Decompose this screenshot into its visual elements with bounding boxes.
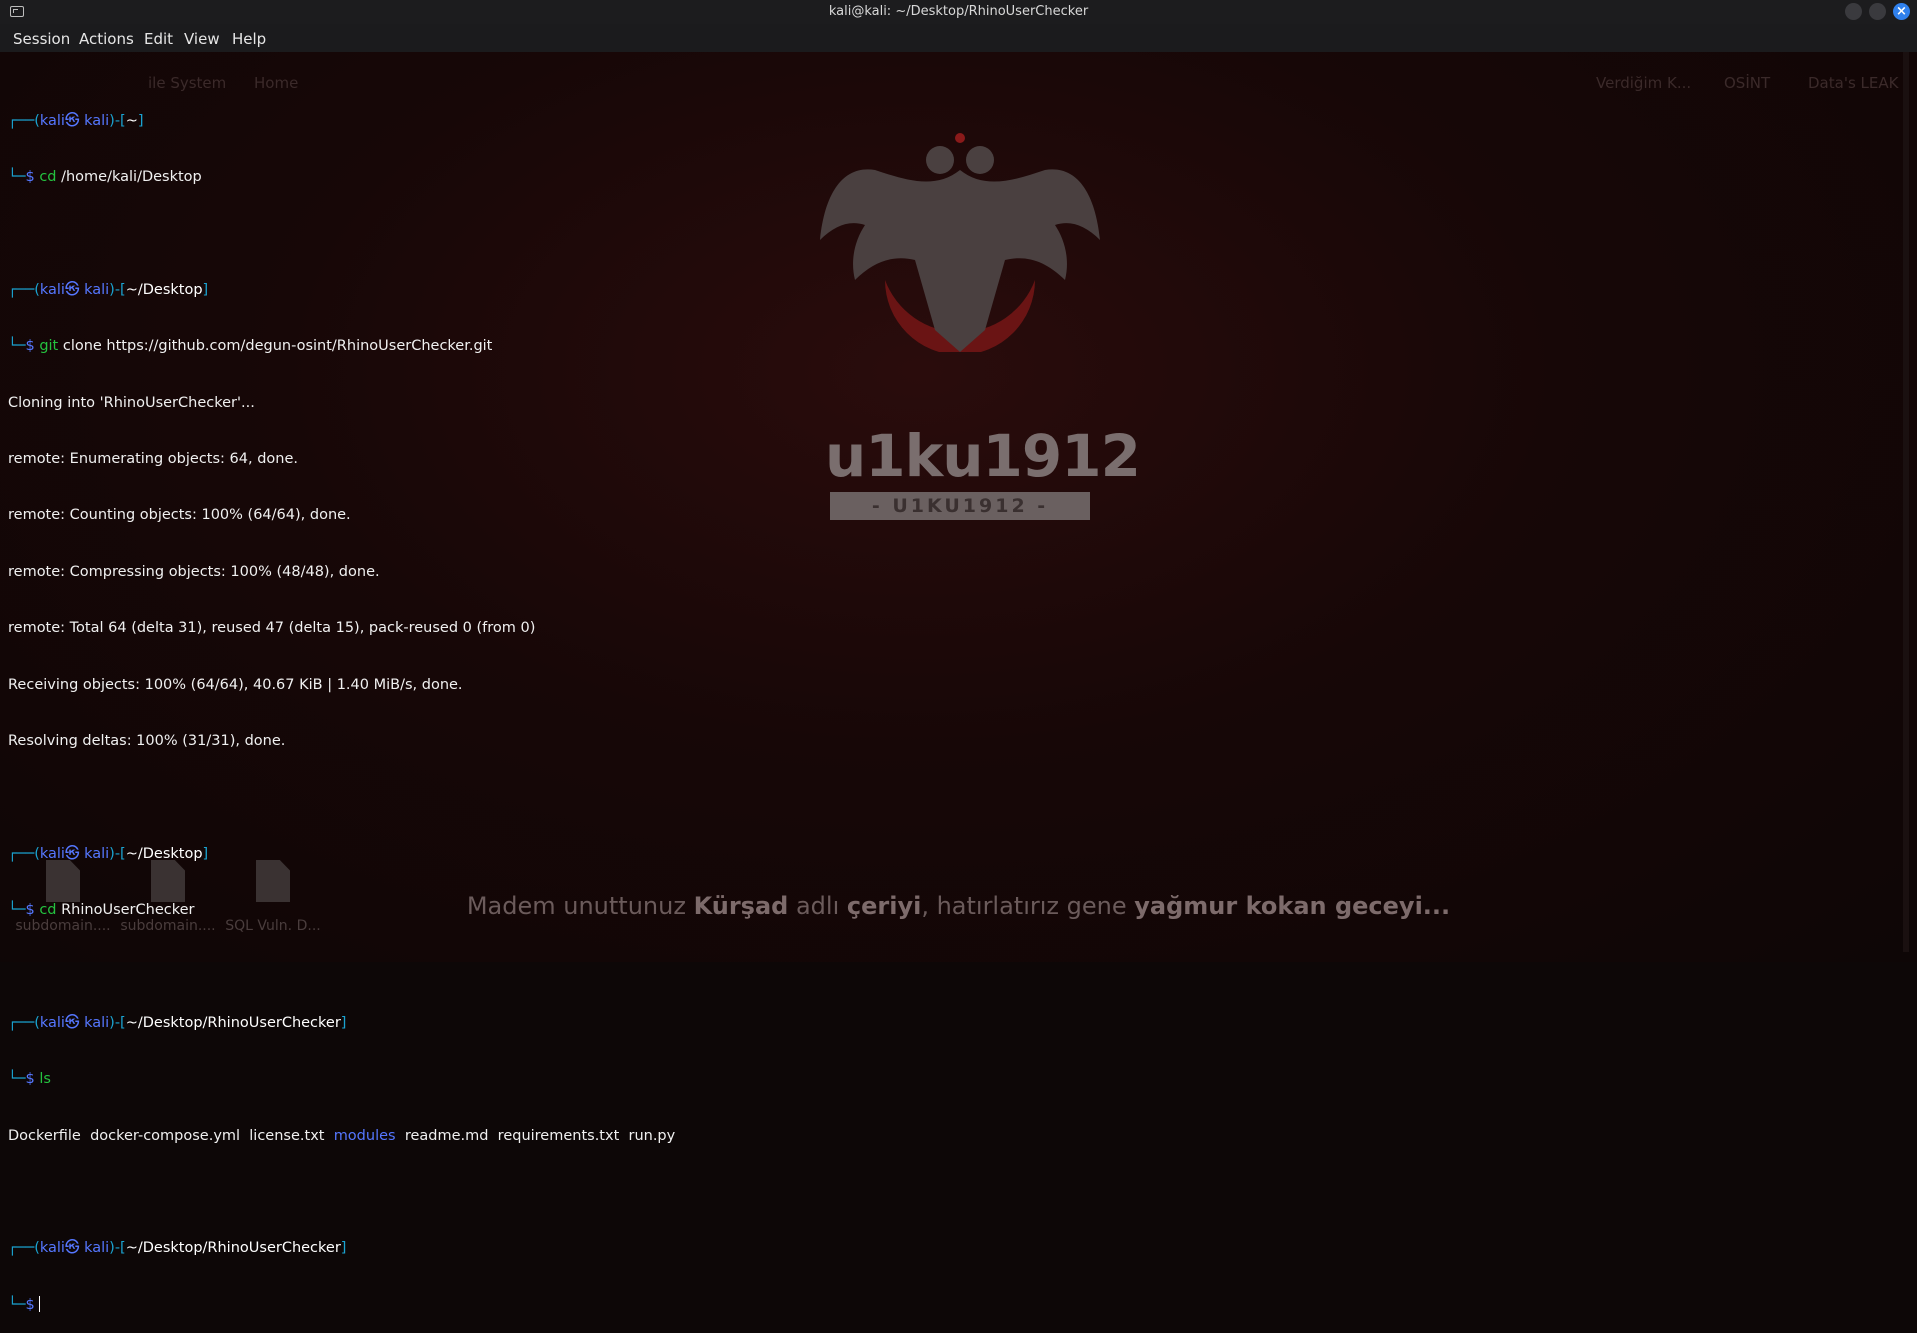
menu-help[interactable]: Help (232, 30, 266, 48)
prompt-line: ┌──(kali㉿ kali)-[~/Desktop/RhinoUserChec… (8, 1014, 347, 1031)
command-line: └─$ ls (8, 1071, 51, 1088)
prompt-line: ┌──(kali㉿ kali)-[~/Desktop] (8, 845, 209, 862)
prompt-line: ┌──(kali㉿ kali)-[~/Desktop] (8, 281, 209, 298)
command-line: └─$ cd /home/kali/Desktop (8, 168, 202, 185)
terminal-scrollbar[interactable] (1903, 52, 1909, 952)
close-button[interactable]: × (1893, 3, 1910, 20)
output-line: Resolving deltas: 100% (31/31), done. (8, 732, 286, 749)
modules-directory: modules (333, 1127, 396, 1144)
output-line: Receiving objects: 100% (64/64), 40.67 K… (8, 676, 463, 693)
output-line: remote: Total 64 (delta 31), reused 47 (… (8, 620, 536, 637)
output-line: remote: Compressing objects: 100% (48/48… (8, 563, 380, 580)
output-line: Cloning into 'RhinoUserChecker'... (8, 394, 255, 411)
menu-actions[interactable]: Actions (79, 30, 134, 48)
ls-output-line: Dockerfile docker-compose.yml license.tx… (8, 1127, 676, 1144)
window-title: kali@kali: ~/Desktop/RhinoUserChecker (828, 4, 1089, 19)
prompt-line: ┌──(kali㉿ kali)-[~] (8, 112, 144, 129)
menu-edit[interactable]: Edit (144, 30, 173, 48)
window-titlebar[interactable]: kali@kali: ~/Desktop/RhinoUserChecker × (0, 0, 1917, 24)
output-line: remote: Enumerating objects: 64, done. (8, 450, 299, 467)
output-line: remote: Counting objects: 100% (64/64), … (8, 507, 351, 524)
close-icon: × (1896, 4, 1907, 19)
menu-session[interactable]: Session (13, 30, 70, 48)
terminal-output[interactable]: ┌──(kali㉿ kali)-[~] └─$ cd /home/kali/De… (8, 74, 1888, 1333)
command-line: └─$ git clone https://github.com/degun-o… (8, 338, 493, 355)
text-cursor (39, 1295, 41, 1312)
maximize-button[interactable] (1869, 3, 1886, 20)
command-line: └─$ cd RhinoUserChecker (8, 902, 195, 919)
active-command-line[interactable]: └─$ (8, 1295, 1888, 1315)
menu-bar: Session Actions Edit View Help (0, 24, 1917, 52)
menu-view[interactable]: View (184, 30, 220, 48)
minimize-button[interactable] (1845, 3, 1862, 20)
prompt-line: ┌──(kali㉿ kali)-[~/Desktop/RhinoUserChec… (8, 1240, 347, 1257)
